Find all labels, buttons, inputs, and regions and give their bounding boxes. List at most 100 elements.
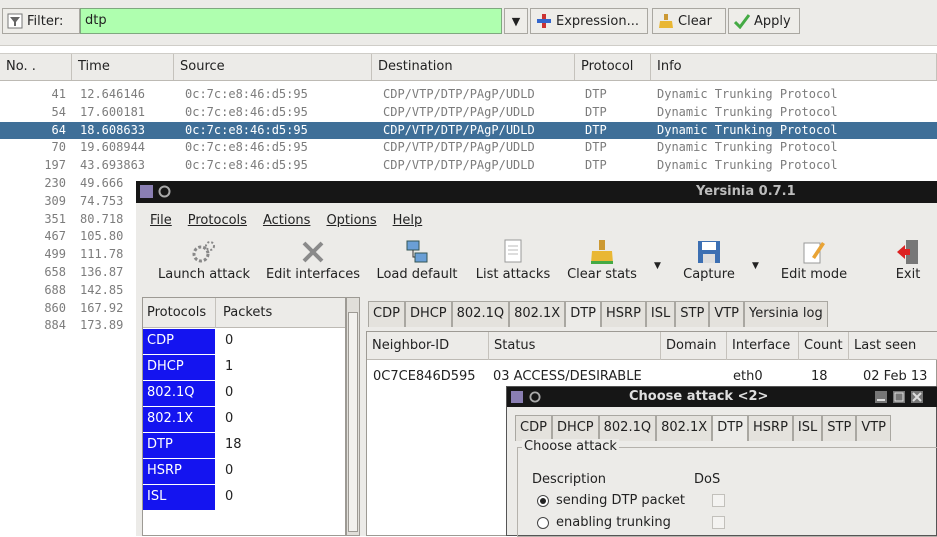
choose-attack-group-label: Choose attack [522,439,619,454]
packet-info-cell: Dynamic Trunking Protocol [657,158,838,173]
tab-vtp[interactable]: VTP [709,301,744,327]
clear-label: Clear [678,13,712,29]
col-count[interactable]: Count [799,332,849,360]
tab-cdp[interactable]: CDP [368,301,405,327]
tab-hsrp[interactable]: HSRP [601,301,646,327]
col-info[interactable]: Info [651,54,937,80]
filter-button[interactable]: Filter: [2,8,80,34]
neighbor-id-cell: 0C7CE846D595 [373,369,476,384]
window-menu-icon[interactable] [529,391,541,403]
menu-actions[interactable]: Actions [263,213,311,231]
apply-button[interactable]: Apply [728,8,800,34]
tab-dtp[interactable]: DTP [565,301,602,327]
packet-destination-cell: CDP/VTP/DTP/PAgP/UDLD [383,122,535,137]
col-no[interactable]: No. . [0,54,72,80]
packet-row[interactable]: 41 12.646146 0c:7c:e8:46:d5:95 CDP/VTP/DTP/… [0,86,937,103]
clear-button[interactable]: Clear [652,8,726,34]
tab-802-1q[interactable]: 802.1Q [451,301,510,327]
list-attacks-button[interactable]: List attacks [466,237,560,282]
packet-no-cell: 64 [51,122,66,137]
radio-enabling-trunking[interactable] [537,517,549,529]
col-last-seen[interactable]: Last seen [849,332,937,360]
packet-row[interactable]: 64 18.608633 0c:7c:e8:46:d5:95 CDP/VTP/DTP/… [0,121,937,139]
window-menu-icon[interactable] [158,185,171,198]
col-protocols[interactable]: Protocols [147,305,206,320]
tab-stp[interactable]: STP [822,415,857,441]
expression-label: Expression... [556,13,639,29]
column-divider [215,298,216,328]
broom-icon [659,14,673,28]
load-default-button[interactable]: Load default [368,237,466,282]
protocol-row[interactable]: HSRP 0 [143,459,345,485]
protocol-row[interactable]: ISL 0 [143,485,345,511]
close-icon[interactable] [911,391,923,403]
dos-checkbox[interactable] [712,516,725,529]
choose-attack-title-bar[interactable]: Choose attack <2> [507,387,937,407]
protocols-scrollbar[interactable] [346,297,360,536]
tab-dhcp[interactable]: DHCP [404,301,452,327]
tab-802-1x[interactable]: 802.1X [656,415,713,441]
packet-time-cell: 12.646146 [80,87,146,101]
menu-options[interactable]: Options [326,213,376,231]
packet-row[interactable]: 197 43.693863 0c:7c:e8:46:d5:95 CDP/VTP/DTP… [0,157,937,174]
tab-hsrp[interactable]: HSRP [748,415,793,441]
menu-file[interactable]: File [150,213,172,231]
protocol-row[interactable]: 802.1X 0 [143,407,345,433]
edit-interfaces-label: Edit interfaces [265,267,361,282]
protocol-row[interactable]: CDP 0 [143,329,345,355]
tab-yersinia-log[interactable]: Yersinia log [744,301,828,327]
exit-button[interactable]: Exit [888,237,928,282]
edit-interfaces-button[interactable]: Edit interfaces [256,237,370,282]
app-icon [140,185,153,198]
protocol-row[interactable]: DHCP 1 [143,355,345,381]
yersinia-title-bar[interactable]: Yersinia 0.7.1 [136,181,937,203]
filter-label: Filter: [27,13,64,29]
col-domain[interactable]: Domain [661,332,727,360]
tab-isl[interactable]: ISL [645,301,676,327]
protocol-row[interactable]: DTP 18 [143,433,345,459]
chevron-down-icon[interactable]: ▼ [654,261,661,271]
launch-attack-button[interactable]: Launch attack [144,237,264,282]
col-packets[interactable]: Packets [223,305,272,320]
col-interface[interactable]: Interface [727,332,799,360]
packet-no-cell: 467 [44,229,66,244]
clear-stats-button[interactable]: Clear stats [560,237,644,282]
menu-help[interactable]: Help [393,213,423,231]
filter-input[interactable]: dtp [80,8,502,34]
edit-mode-button[interactable]: Edit mode [776,237,852,282]
filter-history-dropdown[interactable]: ▼ [504,8,528,34]
packet-protocol-cell: DTP [585,104,607,119]
col-protocol[interactable]: Protocol [575,54,651,80]
app-icon [511,391,523,403]
expression-button[interactable]: Expression... [530,8,648,34]
tab-802-1q[interactable]: 802.1Q [598,415,657,441]
minimize-icon[interactable] [875,391,887,403]
status-cell: 03 ACCESS/DESIRABLE [493,369,642,384]
option-enabling-trunking[interactable]: enabling trunking [532,514,732,532]
col-destination[interactable]: Destination [372,54,575,80]
protocol-row[interactable]: 802.1Q 0 [143,381,345,407]
col-source[interactable]: Source [174,54,372,80]
chevron-down-icon[interactable]: ▼ [752,261,759,271]
tab-stp[interactable]: STP [675,301,710,327]
tab-dtp[interactable]: DTP [712,415,749,441]
scrollbar-thumb[interactable] [348,312,358,532]
dos-checkbox[interactable] [712,494,725,507]
col-time[interactable]: Time [72,54,174,80]
packet-row[interactable]: 70 19.608944 0c:7c:e8:46:d5:95 CDP/VTP/DTP/… [0,139,937,156]
maximize-icon[interactable] [893,391,905,403]
col-neighbor-id[interactable]: Neighbor-ID [367,332,489,360]
list-attacks-label: List attacks [475,267,551,282]
tab-vtp[interactable]: VTP [856,415,891,441]
radio-sending-dtp-packet[interactable] [537,495,549,507]
tab-802-1x[interactable]: 802.1X [509,301,566,327]
packet-row[interactable]: 54 17.600181 0c:7c:e8:46:d5:95 CDP/VTP/DTP/… [0,104,937,121]
col-status[interactable]: Status [489,332,661,360]
option-sending-dtp-packet[interactable]: sending DTP packet [532,492,732,510]
tab-cdp[interactable]: CDP [515,415,552,441]
tab-isl[interactable]: ISL [792,415,823,441]
tools-icon [302,241,324,263]
menu-protocols[interactable]: Protocols [188,213,247,231]
capture-button[interactable]: Capture [674,237,744,282]
tab-dhcp[interactable]: DHCP [551,415,599,441]
